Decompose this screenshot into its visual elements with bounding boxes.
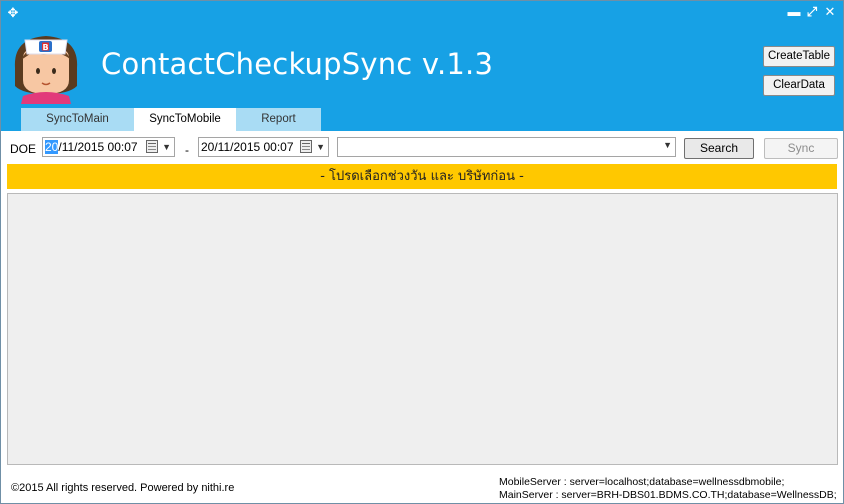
- app-window: ✥ ▬ ⤢ ✕ B ContactCheckupSync v.1.3 Creat…: [0, 0, 844, 504]
- maximize-icon[interactable]: ⤢: [805, 4, 819, 20]
- results-grid[interactable]: [7, 193, 838, 465]
- tab-bar: SyncToMain SyncToMobile Report: [21, 108, 321, 131]
- status-banner: - โปรดเลือกช่วงวัน และ บริษัทก่อน -: [7, 164, 837, 189]
- main-server-info: MainServer : server=BRH-DBS01.BDMS.CO.TH…: [499, 489, 837, 501]
- tab-sync-to-main[interactable]: SyncToMain: [21, 108, 134, 131]
- close-icon[interactable]: ✕: [823, 4, 837, 20]
- server-info: MobileServer : server=localhost;database…: [499, 476, 837, 502]
- doe-label: DOE: [10, 142, 37, 156]
- copyright-text: ©2015 All rights reserved. Powered by ni…: [11, 482, 235, 494]
- chevron-down-icon[interactable]: ▼: [316, 138, 325, 156]
- app-header: ✥ ▬ ⤢ ✕ B ContactCheckupSync v.1.3 Creat…: [1, 1, 843, 131]
- date-from-rest: /11/2015 00:07: [58, 140, 138, 154]
- chevron-down-icon[interactable]: ▼: [663, 140, 672, 150]
- sync-button[interactable]: Sync: [764, 138, 838, 159]
- tab-report[interactable]: Report: [236, 108, 321, 131]
- date-range-separator: -: [185, 143, 189, 157]
- svg-text:B: B: [42, 43, 48, 52]
- calendar-icon[interactable]: [146, 140, 158, 153]
- company-select[interactable]: ▼: [337, 137, 676, 157]
- tab-sync-to-mobile[interactable]: SyncToMobile: [134, 108, 236, 131]
- clear-data-button[interactable]: ClearData: [763, 75, 835, 96]
- search-button[interactable]: Search: [684, 138, 754, 159]
- minimize-icon[interactable]: ▬: [787, 4, 801, 20]
- date-to-value: 20/11/2015 00:07: [201, 140, 294, 154]
- mobile-server-info: MobileServer : server=localhost;database…: [499, 476, 785, 488]
- app-title: ContactCheckupSync v.1.3: [101, 47, 494, 81]
- chevron-down-icon[interactable]: ▼: [162, 138, 171, 156]
- nurse-avatar-logo: B: [14, 36, 78, 104]
- create-table-button[interactable]: CreateTable: [763, 46, 835, 67]
- window-controls: ▬ ⤢ ✕: [787, 4, 837, 20]
- date-from-value: 20/11/2015 00:07: [45, 138, 138, 156]
- move-icon[interactable]: ✥: [5, 5, 21, 21]
- date-to-picker[interactable]: 20/11/2015 00:07 ▼: [198, 137, 329, 157]
- date-from-selected-part: 20: [45, 140, 59, 154]
- calendar-icon[interactable]: [300, 140, 312, 153]
- date-from-picker[interactable]: 20/11/2015 00:07 ▼: [42, 137, 175, 157]
